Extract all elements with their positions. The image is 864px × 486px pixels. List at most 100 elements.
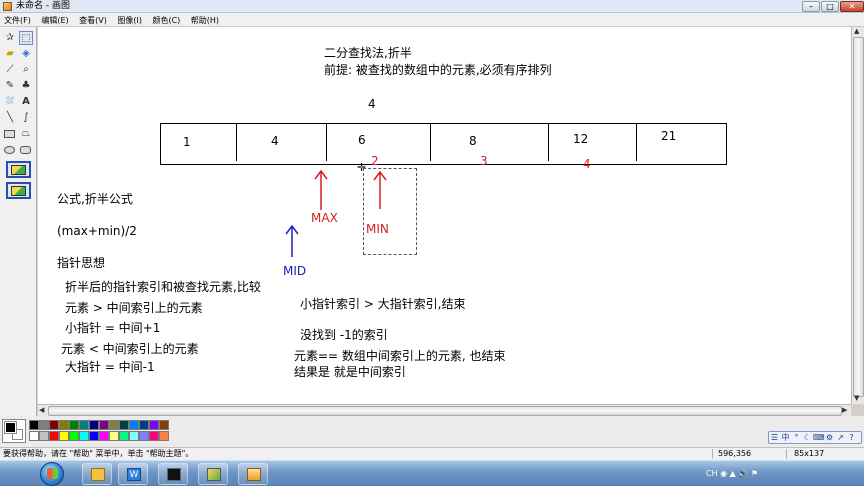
palette-swatch[interactable] xyxy=(39,431,49,441)
menu-image[interactable]: 图像(I) xyxy=(113,14,145,28)
eraser-icon[interactable]: ▰ xyxy=(3,47,17,61)
note-result: 结果是 就是中间索引 xyxy=(294,365,406,379)
palette-swatch[interactable] xyxy=(39,420,49,430)
menu-help[interactable]: 帮助(H) xyxy=(187,14,222,28)
palette-swatch[interactable] xyxy=(119,420,129,430)
palette-swatch[interactable] xyxy=(139,431,149,441)
toolbox: ✰ ⬚ ▰ ◈ ⟋ ⌕ ✎ ♣ ⛆ A ╲ ∫ ⏢ xyxy=(0,27,37,416)
palette-swatch[interactable] xyxy=(29,431,39,441)
palette-swatch[interactable] xyxy=(99,420,109,430)
ime-settings-icon[interactable]: ⚙ xyxy=(824,432,835,443)
free-select-icon[interactable]: ✰ xyxy=(3,31,17,45)
magnifier-icon[interactable]: ⌕ xyxy=(19,63,33,77)
palette-swatch[interactable] xyxy=(99,431,109,441)
maximize-button[interactable]: □ xyxy=(821,1,839,12)
palette-swatch[interactable] xyxy=(79,431,89,441)
note-formula: (max+min)/2 xyxy=(57,224,137,238)
foreground-color-swatch[interactable] xyxy=(4,421,17,434)
brush-icon[interactable]: ♣ xyxy=(19,79,33,93)
taskbar-app-button[interactable] xyxy=(238,463,268,485)
ime-menu-icon[interactable]: ☰ xyxy=(769,432,780,443)
palette-swatch[interactable] xyxy=(139,420,149,430)
text-tool-icon[interactable]: A xyxy=(19,95,33,109)
menu-edit[interactable]: 编辑(E) xyxy=(37,14,71,28)
palette-swatch[interactable] xyxy=(69,420,79,430)
ellipse-icon[interactable] xyxy=(3,143,17,157)
palette-swatch[interactable] xyxy=(79,420,89,430)
note-formula-title: 公式,折半公式 xyxy=(57,192,133,206)
index-label: 2 xyxy=(371,154,379,168)
palette-swatch[interactable] xyxy=(129,420,139,430)
horizontal-scrollbar[interactable]: ◀ ▶ xyxy=(38,404,851,416)
horizontal-scroll-thumb[interactable] xyxy=(48,406,842,416)
palette-swatch[interactable] xyxy=(119,431,129,441)
scroll-down-icon[interactable]: ▼ xyxy=(854,394,859,403)
taskbar-paint-button[interactable] xyxy=(198,463,228,485)
palette-swatch[interactable] xyxy=(159,431,169,441)
note-pointer-idea: 指针思想 xyxy=(57,256,106,270)
ime-toolbar[interactable]: ☰ 中 ° ☾ ⌨⚙ ↗? xyxy=(768,431,862,444)
palette-swatch[interactable] xyxy=(59,420,69,430)
curve-icon[interactable]: ∫ xyxy=(19,111,33,125)
taskbar-cmd-button[interactable] xyxy=(158,463,188,485)
scroll-up-icon[interactable]: ▲ xyxy=(854,27,859,36)
palette-swatch[interactable] xyxy=(109,420,119,430)
palette-swatch[interactable] xyxy=(29,420,39,430)
ime-chinese-mode[interactable]: 中 xyxy=(780,432,791,443)
scroll-right-icon[interactable]: ▶ xyxy=(842,406,847,415)
array-element: 6 xyxy=(358,133,366,147)
minimize-button[interactable]: – xyxy=(802,1,820,12)
palette-swatch[interactable] xyxy=(49,420,59,430)
array-divider xyxy=(326,124,327,161)
ime-help-icon[interactable]: ? xyxy=(846,432,857,443)
paint-app-icon xyxy=(3,2,12,11)
line-icon[interactable]: ╲ xyxy=(3,111,17,125)
airbrush-icon[interactable]: ⛆ xyxy=(3,95,17,109)
color-picker-icon[interactable]: ⟋ xyxy=(3,63,17,77)
menu-file[interactable]: 文件(F) xyxy=(0,14,34,28)
rounded-rectangle-icon[interactable] xyxy=(19,143,33,157)
close-button[interactable]: ✕ xyxy=(840,1,864,12)
index-label: 4 xyxy=(583,157,591,171)
opaque-option-icon[interactable] xyxy=(6,161,31,178)
palette-swatch[interactable] xyxy=(89,420,99,430)
palette-swatch[interactable] xyxy=(89,431,99,441)
status-selection-size: 85x137 xyxy=(794,449,825,458)
vertical-scroll-thumb[interactable] xyxy=(853,37,864,397)
ime-width-icon[interactable]: ☾ xyxy=(802,432,813,443)
rectangle-icon[interactable] xyxy=(3,127,17,141)
array-element: 1 xyxy=(183,135,191,149)
current-colors[interactable] xyxy=(2,419,26,443)
start-button[interactable] xyxy=(40,462,64,486)
palette-swatch[interactable] xyxy=(149,431,159,441)
palette-swatch[interactable] xyxy=(109,431,119,441)
note-greater: 元素 > 中间索引上的元素 xyxy=(65,301,203,315)
ime-keyboard-icon[interactable]: ⌨ xyxy=(813,432,825,443)
target-value: 4 xyxy=(368,97,376,111)
folder-icon xyxy=(91,468,105,481)
ime-arrow-icon[interactable]: ↗ xyxy=(835,432,846,443)
mid-arrow-icon xyxy=(285,224,299,257)
scroll-left-icon[interactable]: ◀ xyxy=(39,406,44,415)
palette-swatch[interactable] xyxy=(129,431,139,441)
drawing-canvas[interactable]: 二分查找法,折半 前提: 被查找的数组中的元素,必须有序排列 4 1 4 6 8… xyxy=(38,27,851,404)
taskbar-wps-button[interactable]: W xyxy=(118,463,148,485)
palette-swatch[interactable] xyxy=(69,431,79,441)
polygon-icon[interactable]: ⏢ xyxy=(19,127,33,141)
ime-punctuation-icon[interactable]: ° xyxy=(791,432,802,443)
paint-icon xyxy=(207,468,221,481)
palette-swatch[interactable] xyxy=(159,420,169,430)
rect-select-icon[interactable]: ⬚ xyxy=(19,31,33,45)
pencil-icon[interactable]: ✎ xyxy=(3,79,17,93)
palette-swatch[interactable] xyxy=(59,431,69,441)
vertical-scrollbar[interactable]: ▲ ▼ xyxy=(851,27,864,404)
app-icon xyxy=(247,468,261,481)
taskbar-explorer-button[interactable] xyxy=(82,463,112,485)
palette-swatch[interactable] xyxy=(49,431,59,441)
palette-swatch[interactable] xyxy=(149,420,159,430)
transparent-option-icon[interactable] xyxy=(6,182,31,199)
fill-icon[interactable]: ◈ xyxy=(19,47,33,61)
menu-colors[interactable]: 颜色(C) xyxy=(148,14,183,28)
menu-view[interactable]: 查看(V) xyxy=(75,14,110,28)
system-tray[interactable]: CH ◉ ▲ 🔊 ⚑ xyxy=(706,461,758,486)
